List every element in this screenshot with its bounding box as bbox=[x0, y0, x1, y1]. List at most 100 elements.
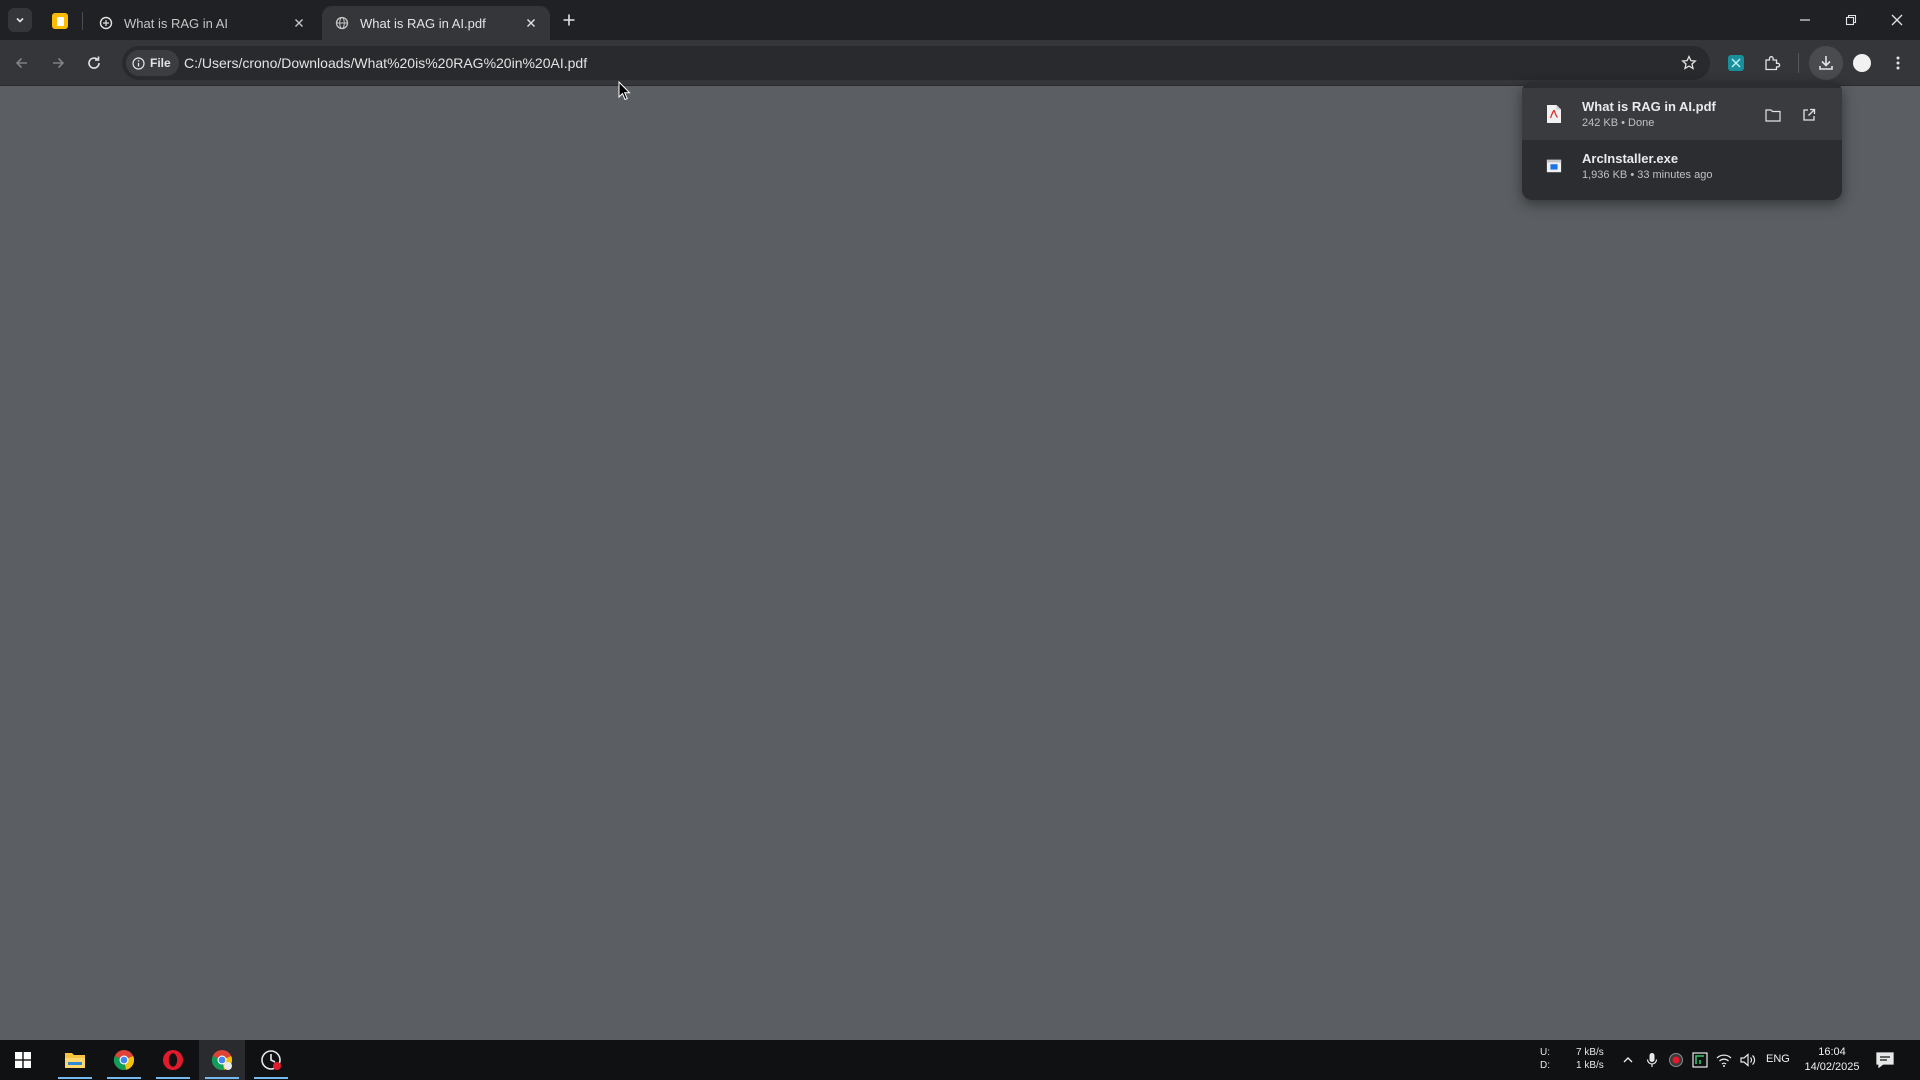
wifi-icon bbox=[1716, 1054, 1732, 1067]
info-icon bbox=[132, 56, 145, 70]
notification-center-button[interactable] bbox=[1874, 1050, 1896, 1070]
taskbar-chrome[interactable] bbox=[101, 1040, 147, 1080]
clock-time: 16:04 bbox=[1818, 1046, 1846, 1058]
download-label: D: bbox=[1540, 1060, 1550, 1071]
upload-label: U: bbox=[1540, 1047, 1550, 1058]
close-tab-icon[interactable] bbox=[522, 14, 540, 32]
upload-speed: 7 kB/s bbox=[1576, 1047, 1604, 1058]
reload-button[interactable] bbox=[82, 51, 106, 75]
taskbar-file-explorer[interactable] bbox=[52, 1040, 98, 1080]
reload-icon bbox=[88, 56, 100, 69]
exe-file-icon bbox=[1546, 156, 1562, 176]
url-text[interactable]: C:/Users/crono/Downloads/What%20is%20RAG… bbox=[184, 55, 587, 71]
new-tab-button[interactable] bbox=[558, 9, 580, 31]
show-hidden-icons-button[interactable] bbox=[1618, 1050, 1638, 1070]
globe-icon bbox=[334, 15, 350, 31]
download-status: 1,936 KB • 33 minutes ago bbox=[1582, 169, 1713, 181]
show-in-folder-button[interactable] bbox=[1762, 104, 1784, 126]
arrow-right-icon bbox=[53, 57, 65, 69]
download-item[interactable]: ArcInstaller.exe 1,936 KB • 33 minutes a… bbox=[1522, 140, 1842, 192]
taskbar-clock-app[interactable] bbox=[248, 1040, 294, 1080]
download-item[interactable]: What is RAG in AI.pdf 242 KB • Done bbox=[1522, 88, 1842, 140]
chevron-up-icon bbox=[1623, 1057, 1633, 1063]
downloads-bubble: What is RAG in AI.pdf 242 KB • Done ArcI… bbox=[1522, 82, 1842, 200]
open-external-icon bbox=[1803, 108, 1816, 121]
close-icon bbox=[1891, 14, 1903, 26]
profile-button[interactable] bbox=[1849, 50, 1875, 76]
volume-tray[interactable] bbox=[1738, 1050, 1758, 1070]
mouse-cursor-icon bbox=[618, 81, 631, 101]
taskbar-opera[interactable] bbox=[150, 1040, 196, 1080]
tab-separator bbox=[82, 12, 83, 30]
extensions-menu-button[interactable] bbox=[1759, 50, 1785, 76]
active-indicator bbox=[156, 1077, 190, 1079]
folder-icon bbox=[65, 1053, 85, 1068]
taskbar-clock[interactable]: 16:04 14/02/2025 bbox=[1800, 1045, 1864, 1075]
minimize-button[interactable] bbox=[1782, 0, 1828, 40]
clock-icon bbox=[261, 1050, 281, 1070]
arrow-left-icon bbox=[15, 57, 27, 69]
browser-toolbar: File C:/Users/crono/Downloads/What%20is%… bbox=[0, 40, 1920, 86]
network-speed-widget: U: 7 kB/s D: 1 kB/s bbox=[1540, 1046, 1604, 1072]
tab-title: What is RAG in AI.pdf bbox=[360, 15, 486, 31]
downloads-button[interactable] bbox=[1809, 46, 1843, 80]
speaker-icon bbox=[1740, 1053, 1756, 1067]
opera-icon bbox=[163, 1050, 183, 1070]
restore-icon bbox=[1845, 14, 1857, 26]
page-content-area bbox=[0, 87, 1920, 1040]
star-icon bbox=[1681, 55, 1697, 70]
input-language[interactable]: ENG bbox=[1766, 1053, 1790, 1065]
extension-button[interactable] bbox=[1723, 50, 1749, 76]
tab-title: What is RAG in AI bbox=[124, 15, 229, 31]
browser-menu-button[interactable] bbox=[1885, 50, 1911, 76]
notification-icon bbox=[1876, 1052, 1894, 1068]
active-indicator bbox=[205, 1077, 239, 1079]
recording-tray[interactable] bbox=[1666, 1050, 1686, 1070]
address-bar[interactable]: File C:/Users/crono/Downloads/What%20is%… bbox=[122, 46, 1710, 80]
back-button[interactable] bbox=[10, 51, 34, 75]
start-button[interactable] bbox=[0, 1040, 46, 1080]
plus-icon bbox=[563, 14, 575, 26]
network-tray[interactable] bbox=[1714, 1050, 1734, 1070]
chrome-icon bbox=[211, 1050, 233, 1071]
pinned-tab[interactable] bbox=[46, 8, 74, 34]
forward-button[interactable] bbox=[46, 51, 70, 75]
folder-icon bbox=[1765, 109, 1781, 122]
google-keep-icon bbox=[52, 13, 68, 29]
more-vertical-icon bbox=[1896, 56, 1900, 70]
chrome-icon bbox=[113, 1050, 135, 1071]
tab-rag-article[interactable]: What is RAG in AI bbox=[86, 6, 318, 40]
taskbar-chrome-profile[interactable] bbox=[199, 1040, 245, 1080]
windows-logo-icon bbox=[15, 1052, 31, 1068]
site-chip-label: File bbox=[150, 56, 171, 70]
clock-date: 14/02/2025 bbox=[1804, 1061, 1860, 1073]
taskbar: U: 7 kB/s D: 1 kB/s ENG 16:04 14/02/2025 bbox=[0, 1040, 1920, 1080]
pdf-file-icon bbox=[1546, 104, 1562, 124]
open-file-button[interactable] bbox=[1798, 104, 1820, 126]
close-window-button[interactable] bbox=[1874, 0, 1920, 40]
minimize-icon bbox=[1800, 19, 1810, 21]
download-icon bbox=[1819, 56, 1833, 70]
chevron-down-icon bbox=[16, 17, 24, 23]
tab-rag-pdf[interactable]: What is RAG in AI.pdf bbox=[322, 6, 550, 40]
app-tray[interactable] bbox=[1690, 1050, 1710, 1070]
active-indicator bbox=[254, 1077, 288, 1079]
tab-strip: What is RAG in AI What is RAG in AI.pdf bbox=[0, 0, 1920, 40]
puzzle-icon bbox=[1765, 56, 1781, 71]
app-tray-icon bbox=[1692, 1052, 1708, 1068]
extension-app-icon bbox=[1728, 55, 1744, 71]
ai-site-icon bbox=[98, 15, 114, 31]
download-filename: What is RAG in AI.pdf bbox=[1582, 99, 1716, 114]
microphone-tray[interactable] bbox=[1642, 1050, 1662, 1070]
avatar bbox=[1853, 54, 1871, 72]
download-status: 242 KB • Done bbox=[1582, 117, 1655, 129]
restore-button[interactable] bbox=[1828, 0, 1874, 40]
tab-search-button[interactable] bbox=[8, 8, 32, 32]
active-indicator bbox=[107, 1077, 141, 1079]
bookmark-button[interactable] bbox=[1678, 52, 1700, 74]
toolbar-divider bbox=[1798, 53, 1799, 73]
close-tab-icon[interactable] bbox=[290, 14, 308, 32]
site-info-chip[interactable]: File bbox=[126, 50, 179, 76]
download-filename: ArcInstaller.exe bbox=[1582, 151, 1679, 166]
download-speed: 1 kB/s bbox=[1576, 1060, 1604, 1071]
